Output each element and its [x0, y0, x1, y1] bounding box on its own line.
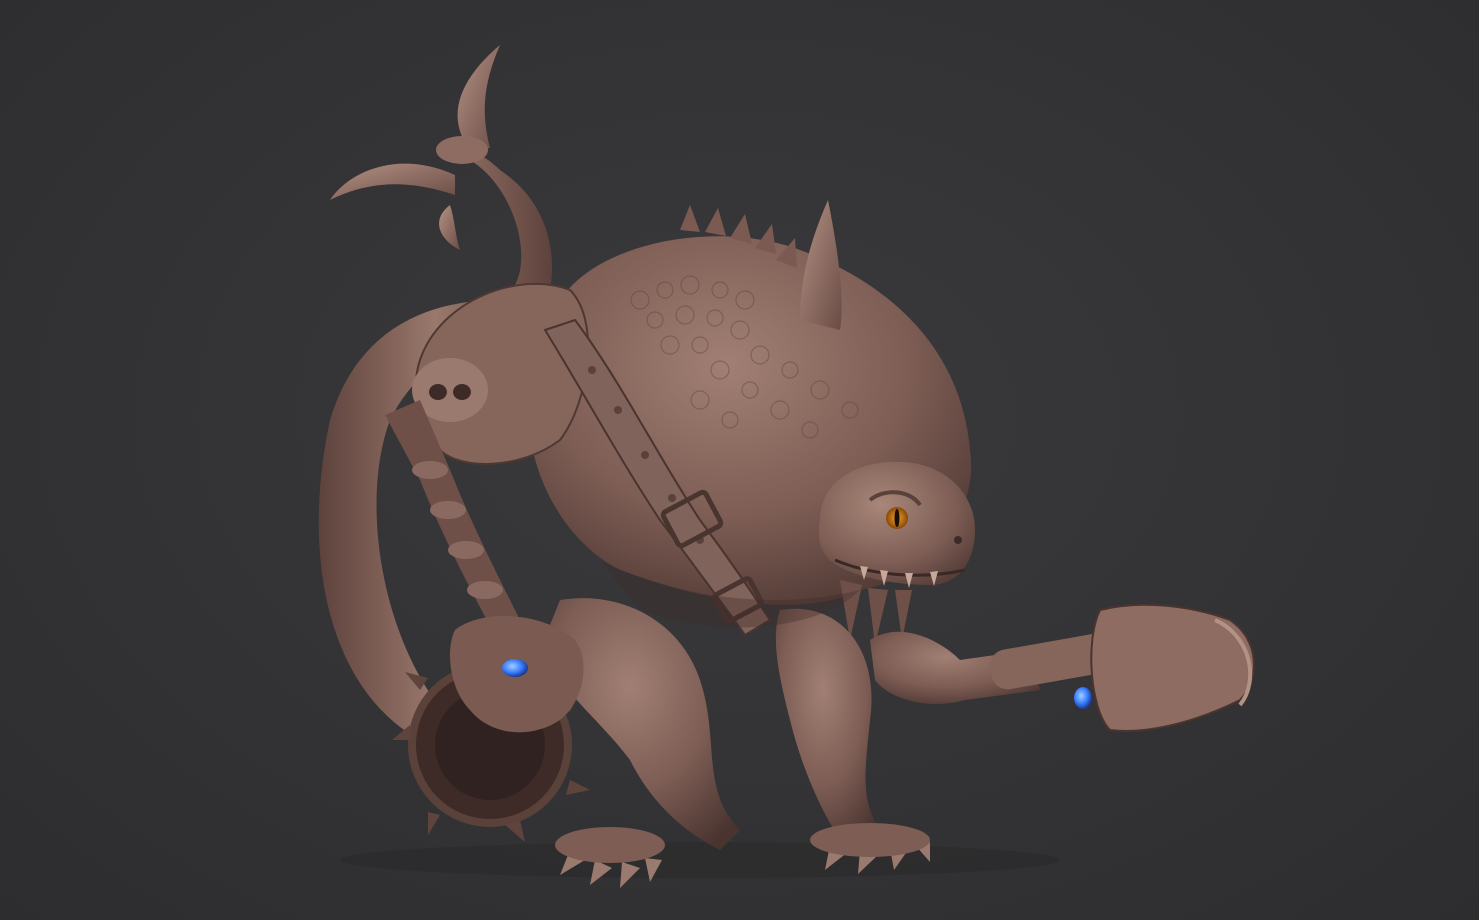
tail-spike: [457, 45, 500, 150]
blue-gem-right: [1074, 687, 1092, 709]
rear-leg: [540, 598, 740, 850]
rear-foot: [555, 827, 665, 863]
lizard-creature-sculpt: [318, 45, 1255, 888]
eye-pupil: [894, 509, 900, 527]
skull-eye-socket: [453, 384, 471, 400]
blue-gem-left: [502, 659, 528, 677]
axe-head: [1090, 603, 1255, 732]
tail-spike: [439, 205, 460, 250]
front-foot: [810, 823, 930, 857]
nostril: [954, 536, 962, 544]
tail-ring: [436, 136, 488, 164]
tail-spike: [330, 163, 455, 200]
skull-eye-socket: [429, 384, 447, 400]
ground-shadow: [340, 842, 1060, 878]
render-viewport[interactable]: [0, 0, 1479, 920]
back-horn: [800, 200, 842, 330]
front-leg: [775, 608, 880, 840]
